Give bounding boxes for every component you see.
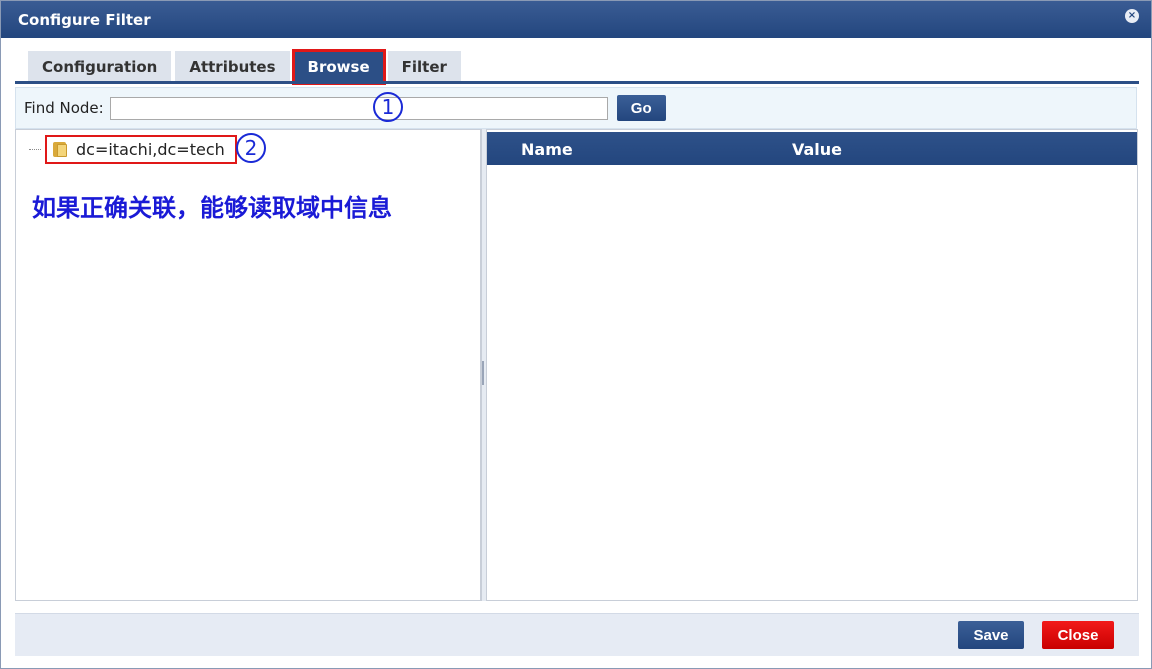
folder-icon [53,141,69,157]
annotation-note: 如果正确关联，能够读取域中信息 [32,194,392,222]
save-button[interactable]: Save [958,621,1024,649]
tab-browse[interactable]: Browse [291,49,386,85]
dialog-title: Configure Filter [18,10,151,29]
dialog-footer: Save Close [15,613,1139,656]
tab-bar: Configuration Attributes Browse Filter [28,49,465,85]
find-node-bar: Find Node: Go [15,87,1137,129]
annotation-marker-1: 1 [373,92,403,122]
tab-configuration[interactable]: Configuration [28,51,172,83]
tab-underline [15,81,1139,84]
column-header-name[interactable]: Name [521,140,573,159]
annotation-marker-2: 2 [236,133,266,163]
dialog-titlebar: Configure Filter × [1,1,1151,38]
column-header-value[interactable]: Value [792,140,842,159]
close-icon[interactable]: × [1125,9,1139,23]
marker-2-number: 2 [244,136,258,160]
go-button[interactable]: Go [616,95,666,121]
tree-connector [29,148,41,150]
tree-node: dc=itachi,dc=tech [29,134,237,164]
tree-node-label: dc=itachi,dc=tech [76,139,225,159]
find-node-label: Find Node: [24,99,104,117]
grid-header: Name Value [487,132,1137,165]
close-button[interactable]: Close [1042,621,1114,649]
attributes-grid: Name Value [486,129,1138,601]
marker-1-number: 1 [381,95,395,119]
splitter-grip-icon[interactable] [482,361,484,385]
find-node-input[interactable] [109,96,608,120]
tab-filter[interactable]: Filter [387,51,461,83]
tree-pane: dc=itachi,dc=tech 2 如果正确关联，能够读取域中信息 [15,129,481,601]
tree-node-item[interactable]: dc=itachi,dc=tech [45,134,237,164]
tab-attributes[interactable]: Attributes [175,51,290,83]
configure-filter-dialog: Configure Filter × Configuration Attribu… [0,0,1152,669]
